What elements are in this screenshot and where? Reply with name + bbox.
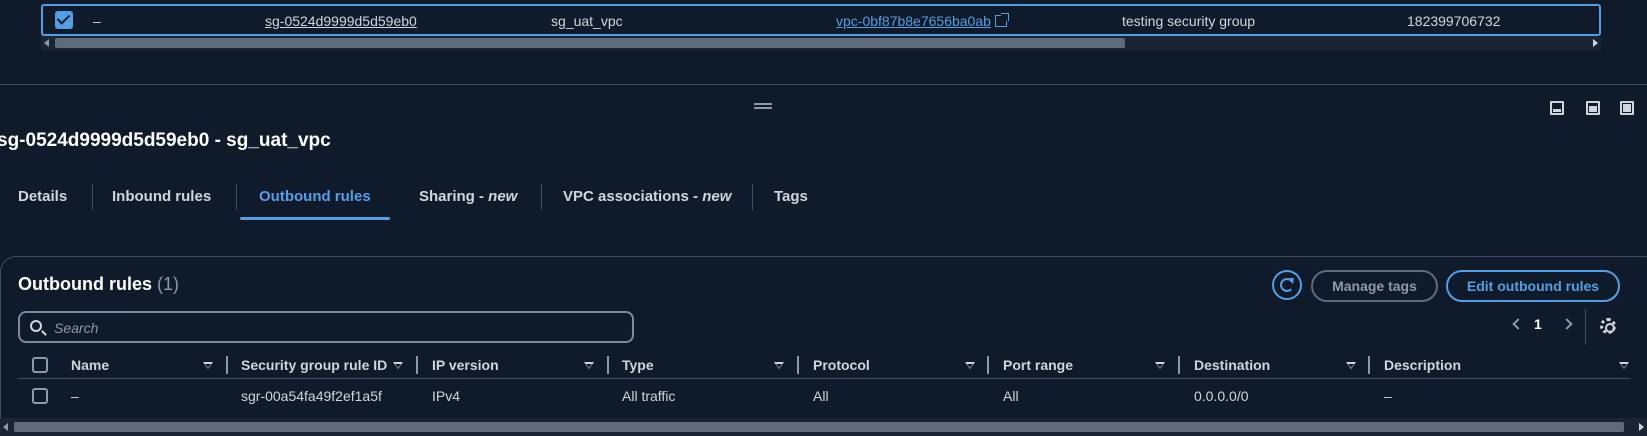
scrollbar-thumb[interactable] [55, 38, 1125, 48]
panel-bottom-large-icon[interactable] [1586, 101, 1600, 115]
column-resizer[interactable] [226, 356, 228, 374]
row-dash: – [93, 13, 101, 29]
sg-id-link[interactable]: sg-0524d9999d5d59eb0 [265, 13, 417, 29]
gear-icon[interactable] [1600, 318, 1616, 334]
tab-label: Details [18, 188, 68, 205]
tab-sharing[interactable]: Sharing - new [419, 180, 517, 220]
scroll-left-icon[interactable] [44, 39, 49, 47]
cell-port-range: All [1003, 388, 1019, 404]
table-horizontal-scrollbar[interactable] [41, 36, 1601, 50]
vpc-id-cell: vpc-0bf87b8e7656ba0ab [836, 13, 1009, 29]
split-panel-divider [0, 84, 1647, 85]
sg-name-cell: sg_uat_vpc [551, 13, 623, 29]
vpc-id-link[interactable]: vpc-0bf87b8e7656ba0ab [836, 13, 991, 29]
sort-icon[interactable] [1346, 362, 1356, 369]
cell-type: All traffic [622, 388, 676, 404]
column-header-destination[interactable]: Destination [1194, 357, 1270, 373]
column-resizer[interactable] [1178, 356, 1180, 374]
cell-name: – [71, 388, 79, 404]
cell-ip-version: IPv4 [432, 388, 461, 404]
pager-divider [1585, 309, 1586, 345]
scroll-left-icon[interactable] [3, 423, 8, 431]
column-header-description[interactable]: Description [1384, 357, 1461, 373]
tab-label: Sharing - [419, 188, 489, 205]
sort-icon[interactable] [1155, 362, 1165, 369]
manage-tags-button[interactable]: Manage tags [1311, 270, 1438, 302]
tab-label: VPC associations - [563, 188, 703, 205]
scrollbar-thumb[interactable] [14, 422, 1624, 432]
table-row[interactable]: – sgr-00a54fa49f2ef1a5f IPv4 All traffic… [18, 384, 1630, 408]
drag-handle-icon[interactable] [754, 103, 772, 109]
tab-label: Tags [774, 188, 808, 205]
rules-horizontal-scrollbar[interactable] [0, 418, 1647, 436]
sg-description-cell: testing security group [1122, 13, 1256, 29]
tab-label: Outbound rules [259, 188, 371, 205]
cell-protocol: All [813, 388, 829, 404]
detail-title: sg-0524d9999d5d59eb0 - sg_uat_vpc [0, 130, 331, 151]
panel-full-icon[interactable] [1620, 101, 1634, 115]
outbound-rules-heading: Outbound rules (1) [18, 274, 179, 295]
select-all-checkbox[interactable] [32, 357, 48, 373]
tab-label: Inbound rules [112, 188, 212, 205]
security-groups-page: – sg-0524d9999d5d59eb0 sg_uat_vpc vpc-0b… [0, 0, 1647, 436]
external-link-icon[interactable] [994, 13, 1009, 27]
search-box[interactable] [18, 311, 634, 343]
new-badge: new [702, 188, 732, 205]
selected-security-group-row[interactable]: – sg-0524d9999d5d59eb0 sg_uat_vpc vpc-0b… [41, 4, 1601, 36]
table-header: Name Security group rule ID IP version T… [18, 353, 1630, 379]
owner-cell: 182399706732 [1407, 13, 1501, 29]
tab-divider [752, 184, 753, 210]
outbound-rules-title: Outbound rules [18, 274, 152, 294]
scroll-right-icon[interactable] [1639, 423, 1644, 431]
column-header-type[interactable]: Type [622, 357, 654, 373]
new-badge: new [488, 188, 518, 205]
tab-vpc-associations[interactable]: VPC associations - new [563, 180, 731, 220]
column-resizer[interactable] [416, 356, 418, 374]
detail-tabs: Details Inbound rules Outbound rules Sha… [0, 180, 1647, 220]
cell-description: – [1384, 388, 1392, 404]
tab-inbound-rules[interactable]: Inbound rules [112, 180, 211, 220]
tab-divider [92, 184, 93, 210]
column-header-protocol[interactable]: Protocol [813, 357, 870, 373]
sort-icon[interactable] [1619, 362, 1629, 369]
column-header-rule-id[interactable]: Security group rule ID [241, 357, 387, 373]
column-header-ip-version[interactable]: IP version [432, 357, 499, 373]
refresh-button[interactable] [1272, 270, 1302, 300]
column-resizer[interactable] [987, 356, 989, 374]
cell-destination: 0.0.0.0/0 [1194, 388, 1249, 404]
scroll-right-icon[interactable] [1593, 39, 1598, 47]
search-icon [30, 320, 42, 332]
sort-icon[interactable] [774, 362, 784, 369]
column-resizer[interactable] [1368, 356, 1370, 374]
sort-icon[interactable] [203, 362, 213, 369]
refresh-icon [1280, 278, 1294, 292]
row-checkbox[interactable] [32, 388, 48, 404]
sort-icon[interactable] [965, 362, 975, 369]
outbound-rules-count: (1) [157, 274, 180, 294]
edit-outbound-rules-button[interactable]: Edit outbound rules [1446, 270, 1620, 302]
tab-details[interactable]: Details [18, 180, 67, 220]
column-resizer[interactable] [607, 356, 609, 374]
row-checkbox-checked-icon[interactable] [55, 11, 73, 29]
tab-divider [541, 184, 542, 210]
column-resizer[interactable] [797, 356, 799, 374]
page-number[interactable]: 1 [1534, 316, 1542, 332]
column-header-name[interactable]: Name [71, 357, 109, 373]
cell-rule-id: sgr-00a54fa49f2ef1a5f [241, 388, 382, 404]
tab-divider [236, 184, 237, 210]
column-header-port-range[interactable]: Port range [1003, 357, 1073, 373]
search-input[interactable] [54, 318, 614, 338]
tab-outbound-rules[interactable]: Outbound rules [240, 180, 390, 220]
sort-icon[interactable] [393, 362, 403, 369]
tab-tags[interactable]: Tags [774, 180, 808, 220]
sort-icon[interactable] [584, 362, 594, 369]
panel-bottom-small-icon[interactable] [1550, 101, 1564, 115]
